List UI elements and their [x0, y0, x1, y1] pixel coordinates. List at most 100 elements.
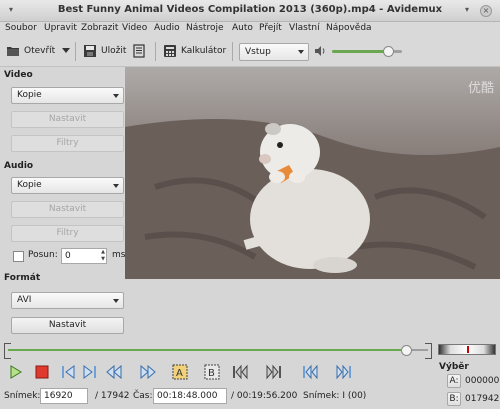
- duration-text: / 00:19:56.200: [231, 391, 298, 401]
- menu-custom[interactable]: Vlastní: [289, 23, 320, 33]
- close-icon[interactable]: ×: [480, 5, 492, 17]
- chevron-down-icon: [113, 299, 119, 303]
- previous-black-frame-button[interactable]: [232, 364, 248, 380]
- input-mode-select[interactable]: Vstup: [239, 43, 309, 61]
- frame-total: / 17942: [95, 391, 130, 401]
- time-label: Čas:: [133, 391, 153, 401]
- volume-slider[interactable]: [332, 46, 402, 58]
- menu-auto[interactable]: Auto: [232, 23, 253, 33]
- folder-icon: [6, 44, 20, 58]
- container-format-value: AVI: [17, 295, 32, 305]
- previous-black-frame-icon: [233, 364, 248, 380]
- chevron-down-icon: [113, 184, 119, 188]
- audio-configure-button[interactable]: Nastavit: [11, 201, 124, 218]
- video-watermark: 优酷: [467, 81, 494, 96]
- open-label: Otevřít: [24, 46, 56, 56]
- menu-view[interactable]: Zobrazit: [81, 23, 118, 33]
- stop-button[interactable]: [34, 364, 50, 380]
- rewind-icon: [106, 364, 122, 380]
- go-to-start-button[interactable]: [302, 364, 318, 380]
- container-format-select[interactable]: AVI: [11, 292, 124, 309]
- previous-keyframe-button[interactable]: [106, 364, 122, 380]
- menu-audio[interactable]: Audio: [154, 23, 180, 33]
- stop-icon: [35, 365, 49, 379]
- fast-forward-icon: [140, 364, 156, 380]
- menu-help[interactable]: Nápověda: [326, 23, 372, 33]
- frame-label: Snímek:: [4, 391, 41, 401]
- skip-start-icon: [303, 364, 318, 380]
- video-frame-image: [125, 67, 500, 279]
- title-bar: ▾ Best Funny Animal Videos Compilation 2…: [0, 0, 500, 22]
- shift-input[interactable]: 0 ▲ ▼: [61, 248, 107, 264]
- minimize-icon[interactable]: ▾: [462, 5, 472, 15]
- calculator-icon: [163, 44, 177, 58]
- video-configure-button[interactable]: Nastavit: [11, 111, 124, 128]
- video-section-title: Video: [4, 70, 33, 80]
- menu-goto[interactable]: Přejít: [259, 23, 282, 33]
- toolbar: Otevřít Uložit Kalkulátor Vstup: [0, 37, 500, 67]
- step-back-icon: [62, 365, 75, 379]
- timeline-slider[interactable]: [4, 343, 432, 359]
- jog-shuttle[interactable]: [438, 344, 496, 355]
- play-icon: [10, 365, 22, 379]
- save-button[interactable]: Uložit: [83, 42, 126, 60]
- menu-bar: Soubor Upravit Zobrazit Video Audio Nást…: [0, 22, 500, 37]
- properties-button[interactable]: [132, 42, 150, 60]
- menu-video[interactable]: Video: [122, 23, 147, 33]
- audio-codec-value: Kopie: [17, 180, 42, 190]
- window-menu-icon[interactable]: ▾: [6, 5, 16, 15]
- time-input[interactable]: 00:18:48.000: [153, 388, 227, 404]
- document-icon: [132, 44, 146, 58]
- marker-a-value: 000000: [465, 376, 500, 386]
- svg-text:A: A: [176, 368, 183, 379]
- volume-slider-handle[interactable]: [382, 46, 394, 57]
- set-marker-a-button[interactable]: A: [172, 364, 188, 380]
- go-to-end-button[interactable]: [336, 364, 352, 380]
- format-section-title: Formát: [4, 273, 41, 283]
- open-dropdown-arrow[interactable]: [62, 42, 70, 60]
- chevron-down-icon: [113, 94, 119, 98]
- marker-b-icon: B: [204, 364, 220, 380]
- audio-codec-select[interactable]: Kopie: [11, 177, 124, 194]
- marker-b-value: 017942: [465, 394, 500, 404]
- input-mode-value: Vstup: [245, 47, 271, 57]
- next-keyframe-button[interactable]: [140, 364, 156, 380]
- stepper-arrows-icon[interactable]: ▲ ▼: [101, 249, 105, 263]
- open-button[interactable]: Otevřít: [6, 42, 55, 60]
- video-codec-value: Kopie: [17, 90, 42, 100]
- menu-tools[interactable]: Nástroje: [186, 23, 224, 33]
- frame-input[interactable]: 16920: [40, 388, 88, 404]
- set-marker-b-button[interactable]: B: [204, 364, 220, 380]
- format-configure-button[interactable]: Nastavit: [11, 317, 124, 334]
- shift-label: Posun:: [28, 250, 58, 260]
- skip-end-icon: [336, 364, 351, 380]
- shift-checkbox[interactable]: [13, 251, 24, 262]
- marker-a-icon: A: [172, 364, 188, 380]
- calculator-label: Kalkulátor: [181, 46, 227, 56]
- toolbar-separator: [75, 42, 76, 61]
- frame-type-text: Snímek: I (00): [303, 391, 367, 401]
- jog-center-marker: [467, 346, 469, 353]
- go-to-marker-a-button[interactable]: A:: [447, 374, 461, 388]
- save-label: Uložit: [101, 46, 127, 56]
- menu-file[interactable]: Soubor: [5, 23, 37, 33]
- video-codec-select[interactable]: Kopie: [11, 87, 124, 104]
- previous-frame-button[interactable]: [60, 364, 76, 380]
- go-to-marker-b-button[interactable]: B:: [447, 392, 461, 406]
- menu-edit[interactable]: Upravit: [44, 23, 77, 33]
- save-icon: [83, 44, 97, 58]
- window-title: Best Funny Animal Videos Compilation 201…: [57, 4, 443, 15]
- toolbar-separator: [232, 42, 233, 61]
- video-filters-button[interactable]: Filtry: [11, 135, 124, 152]
- svg-text:B: B: [208, 368, 215, 379]
- toolbar-separator: [155, 42, 156, 61]
- video-preview: 优酷: [125, 67, 500, 279]
- play-button[interactable]: [8, 364, 24, 380]
- calculator-button[interactable]: Kalkulátor: [163, 42, 226, 60]
- audio-filters-button[interactable]: Filtry: [11, 225, 124, 242]
- next-frame-button[interactable]: [82, 364, 98, 380]
- timeline-handle[interactable]: [400, 345, 412, 356]
- shift-value: 0: [65, 251, 71, 261]
- next-black-frame-icon: [266, 364, 281, 380]
- next-black-frame-button[interactable]: [266, 364, 282, 380]
